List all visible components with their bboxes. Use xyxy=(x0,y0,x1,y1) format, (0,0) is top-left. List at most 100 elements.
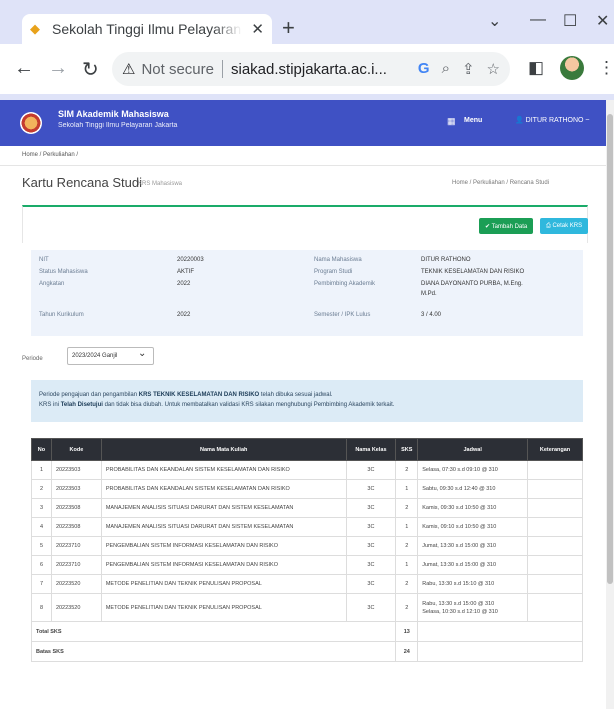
share-icon[interactable]: ⇪ xyxy=(462,60,475,78)
browser-tab[interactable]: ◆ Sekolah Tinggi Ilmu Pelayaran Ja ✕ xyxy=(22,14,272,44)
cell-schedule: Jumat, 13:30 s.d 15:00 @ 310 xyxy=(417,555,529,575)
menu-button[interactable]: Menu xyxy=(464,117,482,124)
schedule-line: Jumat, 13:30 s.d 15:00 @ 310 xyxy=(422,562,497,568)
side-panel-icon[interactable]: ◧ xyxy=(528,58,544,78)
warning-icon[interactable]: ⚠ xyxy=(122,60,135,78)
print-krs-button[interactable]: ⎙ Cetak KRS xyxy=(540,218,589,234)
cell-note xyxy=(527,517,583,537)
cell-class: 3C xyxy=(345,498,397,518)
cell-course-name: MANAJEMEN ANALISIS SITUASI DARURAT DAN S… xyxy=(100,498,347,518)
page-title: Kartu Rencana Studi xyxy=(22,175,142,190)
cell-code: 20223508 xyxy=(50,498,102,518)
cell-code: 20223503 xyxy=(50,460,102,480)
scrollbar-thumb[interactable] xyxy=(607,114,613,584)
institution-logo[interactable] xyxy=(20,112,42,134)
cell-course-name: PROBABILITAS DAN KEANDALAN SISTEM KESELA… xyxy=(100,479,347,499)
cell-class: 3C xyxy=(345,479,397,499)
google-lens-icon[interactable]: G xyxy=(418,60,430,78)
bookmark-star-icon[interactable]: ☆ xyxy=(487,60,500,78)
tab-title: Sekolah Tinggi Ilmu Pelayaran Ja xyxy=(52,21,242,37)
web-page: SIM Akademik Mahasiswa Sekolah Tinggi Il… xyxy=(0,100,606,709)
page-breadcrumb[interactable]: Home / Perkuliahan / Rencana Studi xyxy=(452,180,549,186)
angkatan-label: Angkatan xyxy=(39,281,65,287)
nit-label: NIT xyxy=(39,257,49,263)
cell-schedule: Kamis, 09:10 s.d 10:50 @ 310 xyxy=(417,517,529,537)
advisor-label: Pembimbing Akademik xyxy=(314,281,376,287)
semester-label: Semester / IPK Lulus xyxy=(314,312,371,318)
minimize-icon[interactable]: — xyxy=(530,11,546,29)
user-name: DITUR RATHONO ~ xyxy=(525,117,590,124)
tab-close-icon[interactable]: ✕ xyxy=(251,20,264,38)
cell-note xyxy=(527,555,583,575)
maximize-icon[interactable]: ☐ xyxy=(563,11,577,31)
app-header: SIM Akademik Mahasiswa Sekolah Tinggi Il… xyxy=(0,100,606,146)
add-data-button[interactable]: ✔ Tambah Data xyxy=(479,218,534,234)
schedule-line: Selasa, 10:30 s.d 12:10 @ 310 xyxy=(422,608,498,615)
semester-value: 3 / 4.00 xyxy=(421,312,442,318)
omnibox-actions: G ⌕ ⇪ ☆ xyxy=(418,60,510,78)
krs-table: No Kode Nama Mata Kuliah Nama Kelas SKS … xyxy=(30,438,583,662)
cell-sks: 2 xyxy=(395,574,419,594)
app-name[interactable]: SIM Akademik Mahasiswa xyxy=(58,109,169,119)
address-bar[interactable]: ⚠ Not secure siakad.stipjakarta.ac.i... … xyxy=(112,52,510,86)
cell-class: 3C xyxy=(345,574,397,594)
limit-sks-value: 24 xyxy=(395,641,419,662)
url-text[interactable]: siakad.stipjakarta.ac.i... xyxy=(231,61,387,78)
page-scrollbar[interactable] xyxy=(606,100,614,709)
period-label: Periode xyxy=(22,356,43,362)
grid-icon[interactable]: ▦ xyxy=(447,116,456,127)
cell-schedule: Kamis, 09:30 s.d 10:50 @ 310 xyxy=(417,498,529,518)
status-value: AKTIF xyxy=(177,269,195,275)
schedule-line: Kamis, 09:10 s.d 10:50 @ 310 xyxy=(422,524,497,530)
table-row: 6 20223710 PENGEMBALIAN SISTEM INFORMASI K… xyxy=(31,555,583,575)
chevron-down-icon[interactable]: ⌄ xyxy=(138,348,146,359)
breadcrumb[interactable]: Home / Perkuliahan / xyxy=(0,146,606,166)
notice-text: Periode pengajuan dan pengambilan xyxy=(39,392,138,398)
back-icon[interactable]: ← xyxy=(14,57,34,80)
cell-course-name: PENGEMBALIAN SISTEM INFORMASI KESELAMATA… xyxy=(100,555,347,575)
column-header: Keterangan xyxy=(527,438,583,461)
cell-sks: 2 xyxy=(395,460,419,480)
profile-avatar[interactable] xyxy=(560,56,584,80)
zoom-icon[interactable]: ⌕ xyxy=(442,60,450,78)
cell-class: 3C xyxy=(345,460,397,480)
table-row: 3 20223508 MANAJEMEN ANALISIS SITUASI DARU… xyxy=(31,498,583,518)
not-secure-label[interactable]: Not secure xyxy=(141,61,214,78)
column-header: No xyxy=(31,438,52,461)
cell-code: 20223520 xyxy=(50,593,102,622)
cell-no: 3 xyxy=(31,498,52,518)
cell-no: 4 xyxy=(31,517,52,537)
student-info-panel: NIT 20220003 Status Mahasiswa AKTIF Angk… xyxy=(31,250,583,336)
forward-icon[interactable]: → xyxy=(48,57,68,80)
cell-course-name: METODE PENELITIAN DAN TEKNIK PENULISAN P… xyxy=(100,574,347,594)
total-sks-row: Total SKS 13 xyxy=(30,621,583,642)
krs-card-header: ✔ Tambah Data ⎙ Cetak KRS xyxy=(22,205,589,243)
cell-code: 20223508 xyxy=(50,517,102,537)
total-sks-label: Total SKS xyxy=(30,621,397,642)
user-menu[interactable]: 👤 DITUR RATHONO ~ xyxy=(515,116,590,124)
table-row: 5 20223710 PENGEMBALIAN SISTEM INFORMASI K… xyxy=(31,536,583,556)
cell-sks: 2 xyxy=(395,536,419,556)
cell-course-name: PENGEMBALIAN SISTEM INFORMASI KESELAMATA… xyxy=(100,536,347,556)
browser-menu-icon[interactable]: ⋮ xyxy=(598,58,614,78)
total-sks-value: 13 xyxy=(395,621,419,642)
user-icon: 👤 xyxy=(515,117,526,124)
new-tab-button[interactable]: + xyxy=(282,15,295,41)
cell-sks: 2 xyxy=(395,498,419,518)
table-row: 4 20223508 MANAJEMEN ANALISIS SITUASI DARU… xyxy=(31,517,583,537)
program-value: TEKNIK KESELAMATAN DAN RISIKO xyxy=(421,269,525,275)
cell-schedule: Rabu, 13:30 s.d 15:00 @ 310 Selasa, 10:30… xyxy=(417,593,529,622)
empty-cell xyxy=(417,641,583,662)
page-subtitle: KRS Mahasiswa xyxy=(138,181,183,187)
status-label: Status Mahasiswa xyxy=(39,269,88,275)
tab-search-chevron-icon[interactable]: ⌄ xyxy=(488,11,501,31)
notice-text: telah dibuka sesuai jadwal. xyxy=(260,392,333,398)
schedule-line: Rabu, 13:30 s.d 15:10 @ 310 xyxy=(422,581,495,587)
close-window-icon[interactable]: ✕ xyxy=(596,11,609,31)
nit-value: 20220003 xyxy=(177,257,204,263)
reload-icon[interactable]: ↻ xyxy=(82,57,99,82)
advisor-value: DIANA DAYONANTO PURBA, M.Eng. xyxy=(421,281,523,287)
kurikulum-label: Tahun Kurikulum xyxy=(39,312,84,318)
cell-code: 20223710 xyxy=(50,555,102,575)
advisor-value-cont: M.Pd. xyxy=(421,291,437,297)
